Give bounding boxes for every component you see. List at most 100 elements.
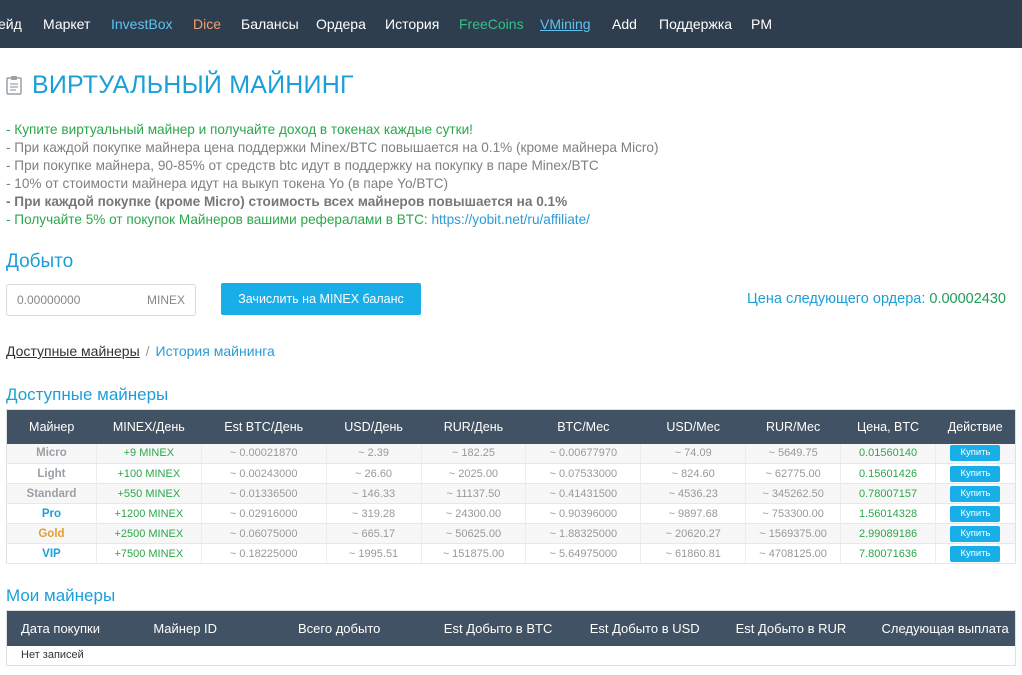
nav-item-freecoins[interactable]: FreeCoins <box>459 16 524 32</box>
rur-day-cell: ~ 182.25 <box>420 443 526 464</box>
clipboard-icon <box>6 75 22 95</box>
info-list: - Купите виртуальный майнер и получайте … <box>6 121 1016 229</box>
col-header: USD/Мес <box>666 419 721 434</box>
info-line: - При каждой покупке майнера цена поддер… <box>6 140 659 155</box>
usd-day-cell: ~ 146.33 <box>325 483 421 504</box>
minex-day-cell: +9 MINEX <box>95 443 202 464</box>
usd-month-cell: ~ 74.09 <box>640 443 746 464</box>
usd-day-cell: ~ 1995.51 <box>325 543 421 564</box>
nav-item-dice[interactable]: Dice <box>193 16 221 32</box>
available-miners-title: Доступные майнеры <box>6 385 169 404</box>
breadcrumb: Доступные майнеры / История майнинга <box>6 343 275 359</box>
next-price-label: Цена следующего ордера: <box>747 291 930 307</box>
minex-day-cell: +2500 MINEX <box>95 523 202 544</box>
btc-month-cell: ~ 5.64975000 <box>525 543 641 564</box>
usd-day-cell: ~ 319.28 <box>325 503 421 524</box>
btc-day-cell: ~ 0.00021870 <box>200 443 327 464</box>
minex-day-cell: +550 MINEX <box>95 483 202 504</box>
info-line: - 10% от стоимости майнера идут на выкуп… <box>6 176 449 191</box>
affiliate-link[interactable]: https://yobit.net/ru/affiliate/ <box>431 212 589 227</box>
my-miners-table: Дата покупки Майнер ID Всего добыто Est … <box>6 610 1016 666</box>
nav-item-orders[interactable]: Ордера <box>316 16 366 32</box>
btc-day-cell: ~ 0.06075000 <box>200 523 327 544</box>
buy-button[interactable]: Купить <box>950 445 1001 462</box>
next-price-value: 0.00002430 <box>929 291 1006 307</box>
table-row: Micro +9 MINEX ~ 0.00021870 ~ 2.39 ~ 182.25 ~… <box>6 443 1016 464</box>
nav-item-market[interactable]: Маркет <box>43 16 90 32</box>
nav-item-support[interactable]: Поддержка <box>659 16 732 32</box>
rur-month-cell: ~ 4708125.00 <box>745 543 841 564</box>
table-row: Standard +550 MINEX ~ 0.01336500 ~ 146.33 ~ … <box>6 483 1016 504</box>
available-miners-table: Майнер MINEX/День Est BTC/День USD/День … <box>6 409 1016 564</box>
usd-month-cell: ~ 824.60 <box>640 463 746 484</box>
credit-minex-button[interactable]: Зачислить на MINEX баланс <box>221 283 421 315</box>
rur-day-cell: ~ 2025.00 <box>420 463 526 484</box>
usd-month-cell: ~ 61860.81 <box>640 543 746 564</box>
col-header: RUR/Мес <box>765 419 821 434</box>
btc-month-cell: ~ 0.41431500 <box>525 483 641 504</box>
col-header: Следующая выплата <box>881 620 1009 636</box>
info-line: - При покупке майнера, 90-85% от средств… <box>6 158 599 173</box>
price-btc-cell: 7.80071636 <box>840 543 936 564</box>
miner-name-cell: Standard <box>26 487 77 500</box>
btc-month-cell: ~ 0.00677970 <box>525 443 641 464</box>
col-header: MINEX/День <box>112 419 185 434</box>
action-cell: Купить <box>934 463 1016 484</box>
rur-month-cell: ~ 753300.00 <box>745 503 841 524</box>
action-cell: Купить <box>934 483 1016 504</box>
table-header-row: Дата покупки Майнер ID Всего добыто Est … <box>6 610 1016 646</box>
price-btc-cell: 1.56014328 <box>840 503 936 524</box>
crumb-available-miners[interactable]: Доступные майнеры <box>6 343 140 359</box>
col-header: RUR/День <box>443 419 504 434</box>
nav-item-vmining[interactable]: VMining <box>540 16 591 32</box>
nav-item-balances[interactable]: Балансы <box>241 16 299 32</box>
usd-day-cell: ~ 665.17 <box>325 523 421 544</box>
buy-button[interactable]: Купить <box>950 485 1001 502</box>
col-header: Майнер ID <box>153 620 218 636</box>
nav-item-trade[interactable]: ейд <box>0 16 22 32</box>
miner-name-cell: VIP <box>42 547 61 560</box>
rur-month-cell: ~ 1569375.00 <box>745 523 841 544</box>
nav-item-pm[interactable]: PM <box>751 16 772 32</box>
no-records-cell: Нет записей <box>21 649 84 662</box>
info-line: - При каждой покупке (кроме Micro) стоим… <box>6 194 568 209</box>
col-header: BTC/Мес <box>557 419 610 434</box>
table-row: Pro +1200 MINEX ~ 0.02916000 ~ 319.28 ~ 2430… <box>6 503 1016 524</box>
usd-day-cell: ~ 2.39 <box>325 443 421 464</box>
buy-button[interactable]: Купить <box>950 505 1001 522</box>
next-order-price: Цена следующего ордера: 0.00002430 <box>747 291 1006 307</box>
action-cell: Купить <box>934 503 1016 524</box>
btc-day-cell: ~ 0.00243000 <box>200 463 327 484</box>
nav-item-investbox[interactable]: InvestBox <box>111 16 172 32</box>
col-header: Est Добыто в RUR <box>735 620 847 636</box>
table-row: VIP +7500 MINEX ~ 0.18225000 ~ 1995.51 ~ 151… <box>6 543 1016 564</box>
minex-day-cell: +100 MINEX <box>95 463 202 484</box>
mined-title: Добыто <box>6 251 74 272</box>
usd-month-cell: ~ 4536.23 <box>640 483 746 504</box>
rur-month-cell: ~ 345262.50 <box>745 483 841 504</box>
mined-input[interactable] <box>17 293 137 307</box>
miner-name-cell: Micro <box>36 447 67 460</box>
col-header: Est Добыто в USD <box>589 620 700 636</box>
col-header: Est Добыто в BTC <box>443 620 553 636</box>
usd-day-cell: ~ 26.60 <box>325 463 421 484</box>
nav-item-history[interactable]: История <box>385 16 439 32</box>
page-header: ВИРТУАЛЬНЫЙ МАЙНИНГ <box>6 70 354 100</box>
buy-button[interactable]: Купить <box>950 545 1001 562</box>
price-btc-cell: 0.15601426 <box>840 463 936 484</box>
action-cell: Купить <box>934 443 1016 464</box>
btc-month-cell: ~ 0.90396000 <box>525 503 641 524</box>
info-line: - Купите виртуальный майнер и получайте … <box>6 122 473 137</box>
col-header: Est BTC/День <box>224 419 304 434</box>
action-cell: Купить <box>934 543 1016 564</box>
minex-day-cell: +7500 MINEX <box>95 543 202 564</box>
page-title: ВИРТУАЛЬНЫЙ МАЙНИНГ <box>32 70 354 99</box>
btc-month-cell: ~ 1.88325000 <box>525 523 641 544</box>
price-btc-cell: 0.78007157 <box>840 483 936 504</box>
crumb-mining-history[interactable]: История майнинга <box>156 343 275 359</box>
buy-button[interactable]: Купить <box>950 525 1001 542</box>
buy-button[interactable]: Купить <box>950 465 1001 482</box>
nav-item-add[interactable]: Add <box>612 16 637 32</box>
table-row: Light +100 MINEX ~ 0.00243000 ~ 26.60 ~ 2025… <box>6 463 1016 484</box>
btc-day-cell: ~ 0.02916000 <box>200 503 327 524</box>
